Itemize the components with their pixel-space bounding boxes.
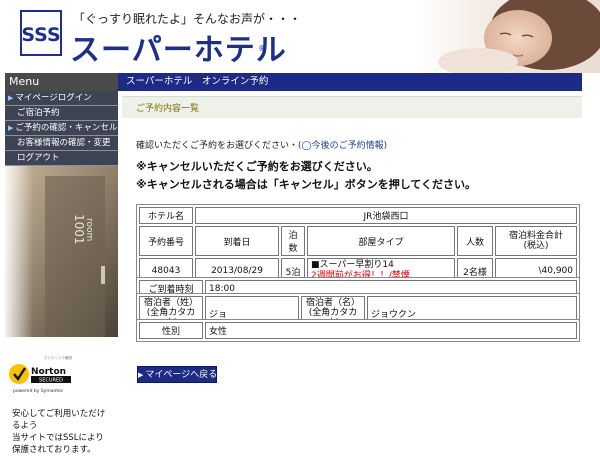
col-header-total: 宿泊料金合計 (税込)	[495, 226, 577, 256]
page-title-bar: ご予約内容一覧	[122, 96, 582, 118]
menu-heading: Menu	[5, 73, 118, 91]
table-row: 性別 女性	[139, 322, 577, 339]
gender-label: 性別	[139, 322, 203, 339]
svg-text:room: room	[84, 218, 94, 241]
svg-text:SSS: SSS	[21, 24, 60, 46]
brand-name: スーパーホテル	[70, 33, 287, 68]
norton-secured-badge[interactable]: ワンクリック確認 Norton SECURED powered by Syman…	[7, 354, 77, 394]
future-reservations-link[interactable]: (◯今後のご予約情報)	[298, 141, 387, 151]
page-title: ご予約内容一覧	[136, 104, 200, 114]
svg-text:SECURED: SECURED	[39, 378, 63, 384]
sleeping-woman-photo	[418, 0, 600, 73]
sidebar-item-reservation[interactable]: ご宿泊予約	[5, 106, 118, 121]
super-hotel-logo: SSS	[19, 9, 63, 57]
sidebar-item-label: お客様情報の確認・変更	[17, 138, 111, 148]
triangle-right-icon: ▶	[8, 94, 14, 102]
table-row: ホテル名 JR池袋西口	[139, 207, 577, 224]
site-header: SSS 「ぐっすり眠れたよ」そんなお声が・・・ スーパーホテル ®	[0, 0, 600, 73]
sidebar-item-label: マイページログイン	[15, 93, 92, 103]
hotel-name-value: JR池袋西口	[195, 207, 577, 224]
cancel-note-1: ※キャンセルいただくご予約をお選びください。	[136, 160, 378, 173]
sidebar-item-logout[interactable]: ログアウト	[5, 151, 118, 166]
left-sidebar: Menu ▶ マイページログイン ご宿泊予約 ▶ ご予約の確認・キャンセル お客様情…	[5, 73, 118, 462]
gender-value: 女性	[205, 322, 577, 339]
col-header-reservation-number: 予約番号	[139, 226, 193, 256]
svg-text:1001: 1001	[72, 214, 86, 245]
registered-mark: ®	[258, 44, 266, 53]
hotel-room-door-photo: 1001 room	[5, 166, 118, 337]
col-header-room-type: 部屋タイプ	[307, 226, 455, 256]
hotel-name-label: ホテル名	[139, 207, 193, 224]
sidebar-item-confirm-cancel[interactable]: ▶ ご予約の確認・キャンセル	[5, 121, 118, 136]
gender-table: 性別 女性	[136, 319, 580, 342]
sidebar-item-customer-info[interactable]: お客様情報の確認・変更	[5, 136, 118, 151]
back-to-mypage-button[interactable]: ▶ マイページへ戻る	[137, 366, 217, 383]
confirm-instruction: 確認いただくご予約をお選びください・(◯今後のご予約情報)	[136, 141, 388, 151]
svg-text:ワンクリック確認: ワンクリック確認	[44, 355, 72, 360]
sidebar-item-label: ご予約の確認・キャンセル	[15, 123, 118, 133]
top-navigation-bar: スーパーホテル オンライン予約	[118, 73, 582, 91]
triangle-right-icon: ▶	[8, 124, 14, 132]
sidebar-item-label: ログアウト	[17, 153, 60, 163]
sidebar-item-label: ご宿泊予約	[17, 108, 60, 118]
cancel-note-2: ※キャンセルされる場合は「キャンセル」ボタンを押してください。	[136, 178, 477, 191]
col-header-nights: 泊数	[281, 226, 305, 256]
reservation-table: ホテル名 JR池袋西口 予約番号 到着日 泊数 部屋タイプ 人数 宿泊料金合計 …	[136, 204, 580, 287]
triangle-right-icon: ▶	[138, 371, 144, 379]
sidebar-item-mypage-login[interactable]: ▶ マイページログイン	[5, 91, 118, 106]
svg-text:powered by Symantec: powered by Symantec	[13, 388, 64, 394]
svg-text:Norton: Norton	[31, 367, 66, 377]
col-header-guests: 人数	[457, 226, 493, 256]
table-row: 予約番号 到着日 泊数 部屋タイプ 人数 宿泊料金合計 (税込)	[139, 226, 577, 256]
ssl-security-note: 安心してご利用いただけ るよう 当サイトではSSLにより 保護されております。	[12, 409, 106, 455]
col-header-arrival: 到着日	[195, 226, 279, 256]
